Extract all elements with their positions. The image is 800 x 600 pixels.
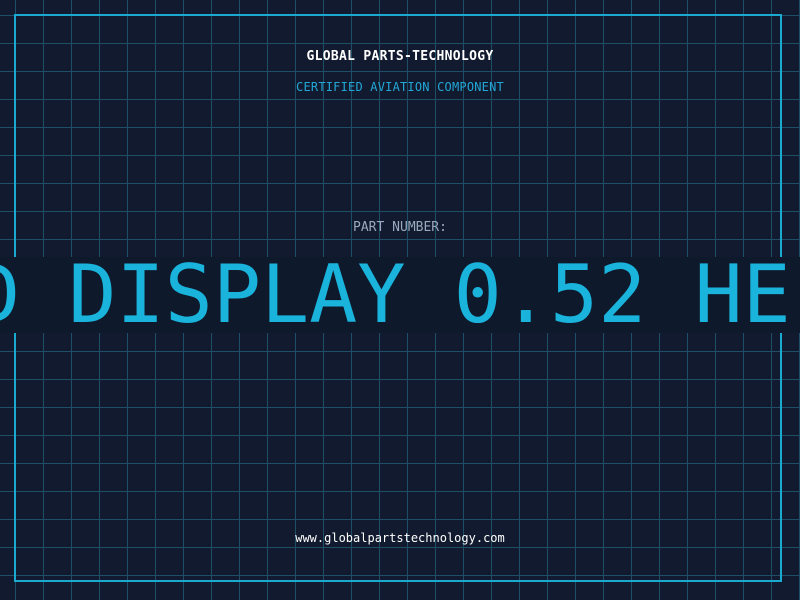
part-number-ticker: D DISPLAY 0.52 HE R [0,257,800,333]
website-link[interactable]: www.globalpartstechnology.com [0,531,800,545]
page: GLOBAL PARTS-TECHNOLOGY CERTIFIED AVIATI… [0,0,800,600]
part-number-label: PART NUMBER: [353,220,447,235]
company-name: GLOBAL PARTS-TECHNOLOGY [306,49,494,64]
part-number-band: D DISPLAY 0.52 HE R [0,257,800,333]
tagline: CERTIFIED AVIATION COMPONENT [296,80,504,94]
